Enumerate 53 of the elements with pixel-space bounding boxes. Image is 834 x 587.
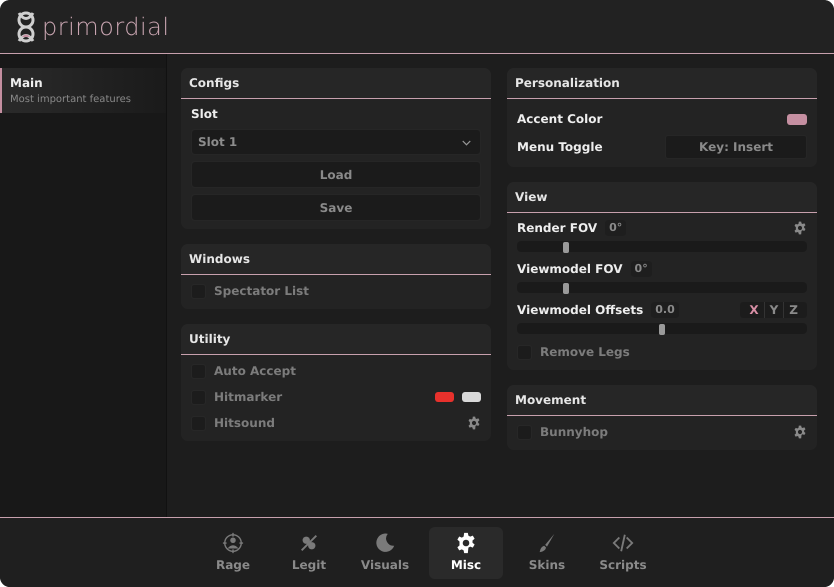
action-button[interactable]: Save xyxy=(191,194,481,221)
checkbox-label: Bunnyhop xyxy=(540,424,609,441)
nav-tab[interactable]: Visuals xyxy=(353,526,417,578)
slider-thumb[interactable] xyxy=(659,324,665,335)
field-label: Accent Color xyxy=(517,111,604,128)
nav-tab[interactable]: Scripts xyxy=(591,526,655,578)
color-swatch[interactable] xyxy=(462,392,481,402)
checkbox-label: Hitmarker xyxy=(214,389,284,406)
group-title: Movement xyxy=(507,385,817,416)
slider-value: 0° xyxy=(630,260,652,278)
moon-icon xyxy=(374,532,396,554)
axis-tab[interactable]: X xyxy=(744,302,764,318)
axis-tab[interactable]: Z xyxy=(783,302,803,318)
nav-tab[interactable]: Misc xyxy=(429,526,503,578)
target-person-icon xyxy=(222,532,244,554)
axis-tab[interactable]: Y xyxy=(764,302,784,318)
settings-icon[interactable] xyxy=(467,416,481,430)
settings-icon[interactable] xyxy=(793,221,807,235)
slider-thumb[interactable] xyxy=(563,242,570,253)
slider-label: Render FOV xyxy=(517,220,598,237)
slider-label: Viewmodel FOV xyxy=(517,261,623,278)
nav-tab[interactable]: Rage xyxy=(201,526,265,578)
settings-icon[interactable] xyxy=(793,425,807,439)
color-swatch[interactable] xyxy=(435,392,454,402)
slider-value: 0° xyxy=(605,220,626,236)
checkbox-label: Remove Legs xyxy=(540,344,631,361)
checkbox-label: Auto Accept xyxy=(214,363,297,380)
nav-tab[interactable]: Skins xyxy=(515,526,579,578)
group-title: View xyxy=(507,182,817,213)
app-title: primordial xyxy=(42,12,170,42)
color-swatch[interactable] xyxy=(787,114,807,124)
field-label: Slot xyxy=(191,106,219,123)
group-title: Personalization xyxy=(507,68,817,99)
slider-track[interactable] xyxy=(517,323,807,334)
checkbox-label: Hitsound xyxy=(214,415,276,432)
chevron-icon xyxy=(461,138,472,146)
slider-track[interactable] xyxy=(517,282,807,293)
group-title: Utility xyxy=(181,324,491,355)
group-title: Windows xyxy=(181,244,491,275)
settings-icon xyxy=(455,532,477,554)
action-button[interactable]: Load xyxy=(191,161,481,188)
group-title: Configs xyxy=(181,68,491,99)
field-label: Menu Toggle xyxy=(517,139,603,156)
checkbox-label: Spectator List xyxy=(214,283,310,300)
dropdown-value: Slot 1 xyxy=(198,134,238,151)
slider-thumb[interactable] xyxy=(563,283,570,294)
slider-track[interactable] xyxy=(517,241,807,252)
slider-label: Viewmodel Offsets xyxy=(517,302,644,319)
keybind-button[interactable]: Key: Insert xyxy=(665,135,807,159)
slot-dropdown[interactable]: Slot 1 xyxy=(191,129,481,155)
nav-tab[interactable]: Legit xyxy=(277,526,341,578)
slider-value: 0.0 xyxy=(651,302,679,318)
code-icon xyxy=(612,532,634,554)
